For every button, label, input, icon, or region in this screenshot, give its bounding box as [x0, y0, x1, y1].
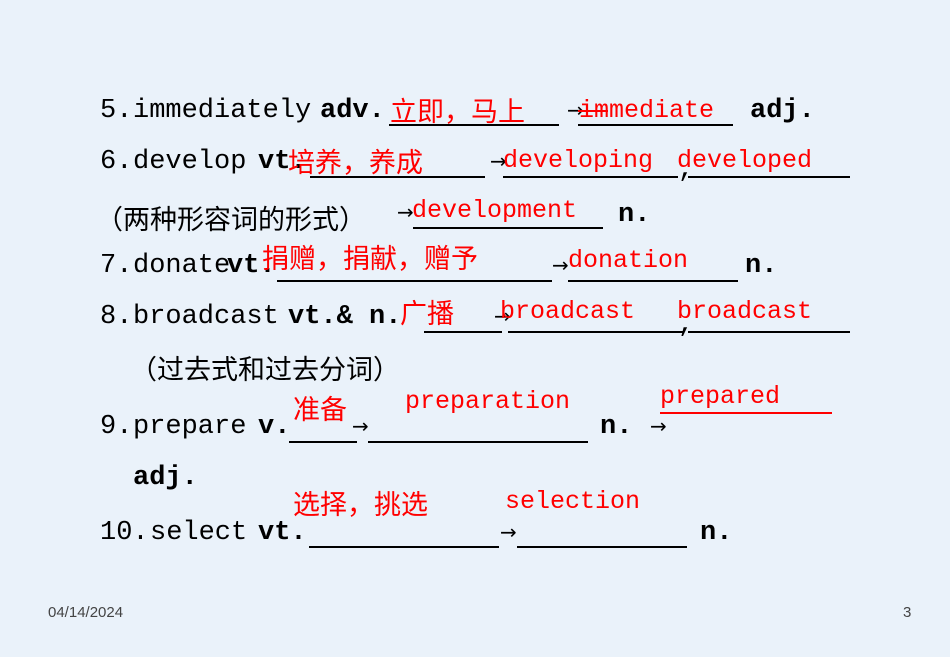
item-10-pos1: vt. — [258, 518, 307, 548]
item-10-answer-en: selection — [505, 487, 641, 516]
item-8-note: （过去式和过去分词） — [130, 355, 400, 386]
item-5-pos1: adv. — [320, 96, 385, 126]
item-6-pos2: n. — [618, 200, 651, 230]
item-8-answer-cn: 广播 — [400, 299, 454, 330]
item-9-pos1: v. — [258, 412, 291, 442]
item-6-answer-en1: developing — [503, 146, 654, 175]
arrow-icon-8: → — [500, 520, 517, 544]
item-9-blank-3 — [660, 412, 832, 414]
item-6-answer-en3: development — [412, 196, 578, 225]
item-8-answer-en1: broadcast — [500, 297, 636, 326]
item-8-blank-3 — [688, 331, 850, 333]
item-6-answer-en2: developed — [677, 146, 813, 175]
item-6-number: 6. — [100, 147, 133, 177]
item-9-pos3: adj. — [133, 463, 198, 493]
item-7-number: 7. — [100, 251, 133, 281]
item-10-blank-1 — [309, 546, 499, 548]
arrow-icon-4: → — [552, 253, 569, 277]
strikethrough-mark — [578, 110, 608, 112]
item-7-pos2: n. — [745, 251, 778, 281]
item-7-blank-1 — [277, 280, 552, 282]
item-8-word: broadcast — [133, 302, 279, 332]
item-9-answer-en2: prepared — [660, 382, 781, 411]
item-7-answer-cn: 捐赠，捐献，赠予 — [262, 244, 478, 275]
item-7-blank-2 — [568, 280, 738, 282]
item-9-blank-2 — [368, 441, 588, 443]
arrow-icon-7: → — [650, 414, 667, 438]
item-5-word: immediately — [133, 96, 312, 126]
item-7-word: donate — [133, 251, 231, 281]
item-6-blank-4 — [413, 227, 603, 229]
item-8-pos1: vt.& n. — [288, 302, 402, 332]
slide: 5. immediately adv. 立即，马上 → immediate ad… — [0, 0, 950, 657]
item-8-answer-en2: broadcast — [677, 297, 813, 326]
item-5-number: 5. — [100, 96, 133, 126]
item-5-answer-cn: 立即，马上 — [390, 97, 525, 128]
item-9-number: 9. — [100, 412, 133, 442]
item-6-note: （两种形容词的形式） — [96, 205, 366, 236]
item-9-answer-en1: preparation — [405, 387, 571, 416]
item-10-blank-2 — [517, 546, 687, 548]
item-6-answer-cn: 培养，养成 — [288, 148, 423, 179]
item-6-word: develop — [133, 147, 247, 177]
item-8-number: 8. — [100, 302, 133, 332]
item-9-word: prepare — [133, 412, 247, 442]
item-7-answer-en: donation — [568, 246, 689, 275]
item-6-blank-2 — [503, 176, 678, 178]
item-10-pos2: n. — [700, 518, 733, 548]
item-8-blank-2 — [508, 331, 683, 333]
item-10-answer-cn: 选择，挑选 — [293, 490, 428, 521]
item-9-pos2: n. — [600, 412, 633, 442]
footer-date: 04/14/2024 — [48, 604, 124, 621]
item-8-blank-1 — [424, 331, 502, 333]
item-10-number: 10. — [100, 518, 149, 548]
item-5-pos2: adj. — [750, 96, 815, 126]
item-9-answer-cn: 准备 — [293, 395, 347, 426]
item-10-word: select — [150, 518, 248, 548]
item-9-blank-1 — [289, 441, 357, 443]
footer-page-number: 3 — [903, 604, 912, 621]
item-6-blank-3 — [688, 176, 850, 178]
arrow-icon-6: → — [352, 414, 369, 438]
